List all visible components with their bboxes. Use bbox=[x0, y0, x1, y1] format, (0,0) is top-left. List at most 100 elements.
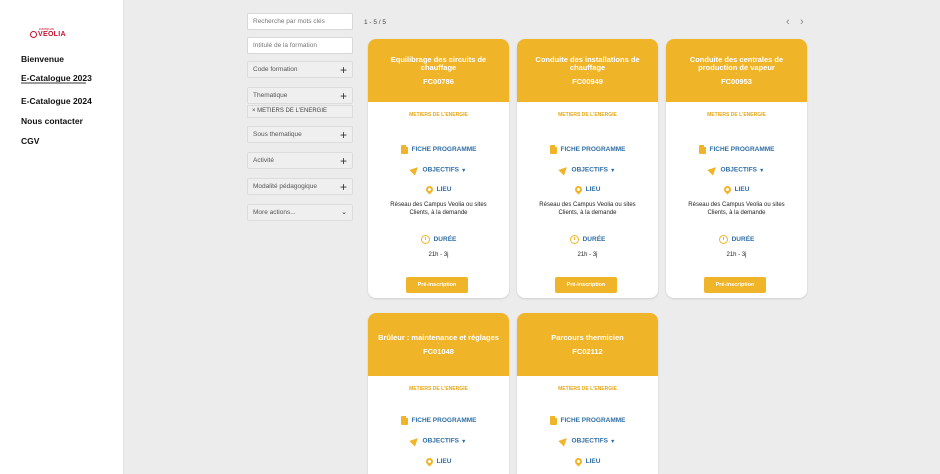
clock-icon bbox=[718, 235, 728, 244]
chevron-right-icon[interactable]: › bbox=[800, 16, 804, 28]
formation-card: Conduite des installations de chauffage … bbox=[517, 39, 658, 298]
lieu-value: Réseau des Campus Veolia ou sites Client… bbox=[688, 202, 785, 216]
thematique-filter[interactable]: Thematique + bbox=[247, 87, 353, 104]
lieu-heading: LIEU bbox=[368, 184, 509, 195]
objectifs-label: OBJECTIFS bbox=[422, 437, 460, 445]
modalite-pedagogique-label: Modalité pédagogique bbox=[253, 183, 317, 190]
objectifs-label: OBJECTIFS bbox=[571, 437, 609, 445]
objectifs-toggle[interactable]: OBJECTIFS ▼ bbox=[368, 435, 509, 447]
lieu-heading: LIEU bbox=[517, 456, 658, 467]
code-formation-filter[interactable]: Code formation + bbox=[247, 61, 353, 78]
card-code: FC00949 bbox=[572, 76, 603, 86]
sous-thematique-filter[interactable]: Sous thematique + bbox=[247, 126, 353, 143]
nav-active-indicator bbox=[21, 82, 86, 84]
lieu-label: LIEU bbox=[734, 186, 750, 194]
caret-down-icon: ▼ bbox=[610, 438, 616, 445]
activite-filter[interactable]: Activité + bbox=[247, 152, 353, 169]
document-icon bbox=[698, 145, 706, 154]
lieu-value: Réseau des Campus Veolia ou sites Client… bbox=[539, 202, 636, 216]
code-formation-label: Code formation bbox=[253, 66, 298, 73]
formation-title-input[interactable] bbox=[253, 42, 347, 49]
card-category: METIERS DE L'ENERGIE bbox=[409, 386, 468, 392]
send-icon bbox=[706, 164, 719, 176]
plus-icon: + bbox=[339, 127, 347, 142]
caret-down-icon: ▼ bbox=[461, 438, 467, 445]
chevron-down-icon: ⌄ bbox=[341, 209, 347, 216]
fiche-programme-link[interactable]: FICHE PROGRAMME bbox=[666, 145, 807, 154]
fiche-programme-link[interactable]: FICHE PROGRAMME bbox=[368, 145, 509, 154]
caret-down-icon: ▼ bbox=[610, 167, 616, 174]
objectifs-toggle[interactable]: OBJECTIFS ▼ bbox=[368, 164, 509, 176]
send-icon bbox=[408, 435, 421, 447]
clock-icon bbox=[420, 235, 430, 244]
send-icon bbox=[408, 164, 421, 176]
duree-label: DURÉE bbox=[731, 236, 755, 244]
thematique-selected-chip[interactable]: × METIERS DE L'ENERGIE bbox=[247, 105, 353, 118]
modalite-pedagogique-filter[interactable]: Modalité pédagogique + bbox=[247, 178, 353, 195]
objectifs-label: OBJECTIFS bbox=[720, 166, 758, 174]
location-pin-icon bbox=[573, 456, 584, 467]
objectifs-label: OBJECTIFS bbox=[571, 166, 609, 174]
objectifs-toggle[interactable]: OBJECTIFS ▼ bbox=[666, 164, 807, 176]
fiche-programme-link[interactable]: FICHE PROGRAMME bbox=[517, 145, 658, 154]
lieu-value: Réseau des Campus Veolia ou sites Client… bbox=[390, 202, 487, 216]
nav-item-bienvenue[interactable]: Bienvenue bbox=[21, 54, 64, 64]
duree-value: 21h - 3j bbox=[577, 252, 598, 258]
sidebar: campus VEOLIA Bienvenue E-Catalogue 2023… bbox=[0, 0, 124, 474]
objectifs-label: OBJECTIFS bbox=[422, 166, 460, 174]
pre-inscription-button[interactable]: Pré-inscription bbox=[704, 277, 766, 293]
location-pin-icon bbox=[722, 184, 733, 195]
card-title: Conduite des installations de chauffage bbox=[535, 54, 640, 72]
nav-item-cgv[interactable]: CGV bbox=[21, 136, 39, 146]
card-header[interactable]: Conduite des centrales de production de … bbox=[666, 39, 807, 102]
card-header[interactable]: Conduite des installations de chauffage … bbox=[517, 39, 658, 102]
caret-down-icon: ▼ bbox=[461, 167, 467, 174]
campus-veolia-logo[interactable]: campus VEOLIA bbox=[30, 26, 66, 40]
card-separator: - bbox=[437, 70, 440, 77]
card-header[interactable]: Equilibrage des circuits de chauffage - … bbox=[368, 39, 509, 102]
duree-value: 21h - 3j bbox=[726, 252, 747, 258]
more-actions-dropdown[interactable]: More actions... ⌄ bbox=[247, 204, 353, 221]
document-icon bbox=[549, 416, 557, 425]
lieu-label: LIEU bbox=[585, 458, 601, 466]
keywords-search-input[interactable] bbox=[253, 18, 347, 25]
plus-icon: + bbox=[339, 153, 347, 168]
card-category: METIERS DE L'ENERGIE bbox=[558, 112, 617, 118]
location-pin-icon bbox=[573, 184, 584, 195]
pre-inscription-button[interactable]: Pré-inscription bbox=[406, 277, 468, 293]
card-title: Conduite des centrales de production de … bbox=[689, 54, 784, 72]
objectifs-toggle[interactable]: OBJECTIFS ▼ bbox=[517, 435, 658, 447]
duree-value: 21h - 3j bbox=[428, 252, 449, 258]
card-separator: - bbox=[586, 340, 589, 347]
logo-ring-icon bbox=[30, 31, 37, 38]
card-code: FC01048 bbox=[423, 346, 454, 356]
fiche-programme-label: FICHE PROGRAMME bbox=[709, 146, 775, 154]
caret-down-icon: ▼ bbox=[759, 167, 765, 174]
fiche-programme-link[interactable]: FICHE PROGRAMME bbox=[368, 416, 509, 425]
fiche-programme-label: FICHE PROGRAMME bbox=[411, 417, 477, 425]
chevron-left-icon[interactable]: ‹ bbox=[786, 16, 790, 28]
lieu-label: LIEU bbox=[436, 458, 452, 466]
card-header[interactable]: Parcours thermicien - FC02112 bbox=[517, 313, 658, 376]
lieu-heading: LIEU bbox=[666, 184, 807, 195]
send-icon bbox=[557, 164, 570, 176]
formation-card: Parcours thermicien - FC02112 METIERS DE… bbox=[517, 313, 658, 474]
card-header[interactable]: Brûleur : maintenance et réglages - FC01… bbox=[368, 313, 509, 376]
nav-item-nous-contacter[interactable]: Nous contacter bbox=[21, 116, 83, 126]
duree-heading: DURÉE bbox=[666, 235, 807, 244]
duree-heading: DURÉE bbox=[517, 235, 658, 244]
logo-brand-text: VEOLIA bbox=[38, 31, 66, 38]
clock-icon bbox=[569, 235, 579, 244]
card-code: FC00786 bbox=[423, 76, 454, 86]
nav-item-e-catalogue-2024[interactable]: E-Catalogue 2024 bbox=[21, 96, 92, 106]
objectifs-toggle[interactable]: OBJECTIFS ▼ bbox=[517, 164, 658, 176]
duree-heading: DURÉE bbox=[368, 235, 509, 244]
result-count: 1 - 5 / 5 bbox=[364, 19, 387, 26]
fiche-programme-label: FICHE PROGRAMME bbox=[411, 146, 477, 154]
fiche-programme-link[interactable]: FICHE PROGRAMME bbox=[517, 416, 658, 425]
card-category: METIERS DE L'ENERGIE bbox=[707, 112, 766, 118]
thematique-label: Thematique bbox=[253, 92, 288, 99]
location-pin-icon bbox=[424, 456, 435, 467]
pre-inscription-button[interactable]: Pré-inscription bbox=[555, 277, 617, 293]
card-category: METIERS DE L'ENERGIE bbox=[558, 386, 617, 392]
